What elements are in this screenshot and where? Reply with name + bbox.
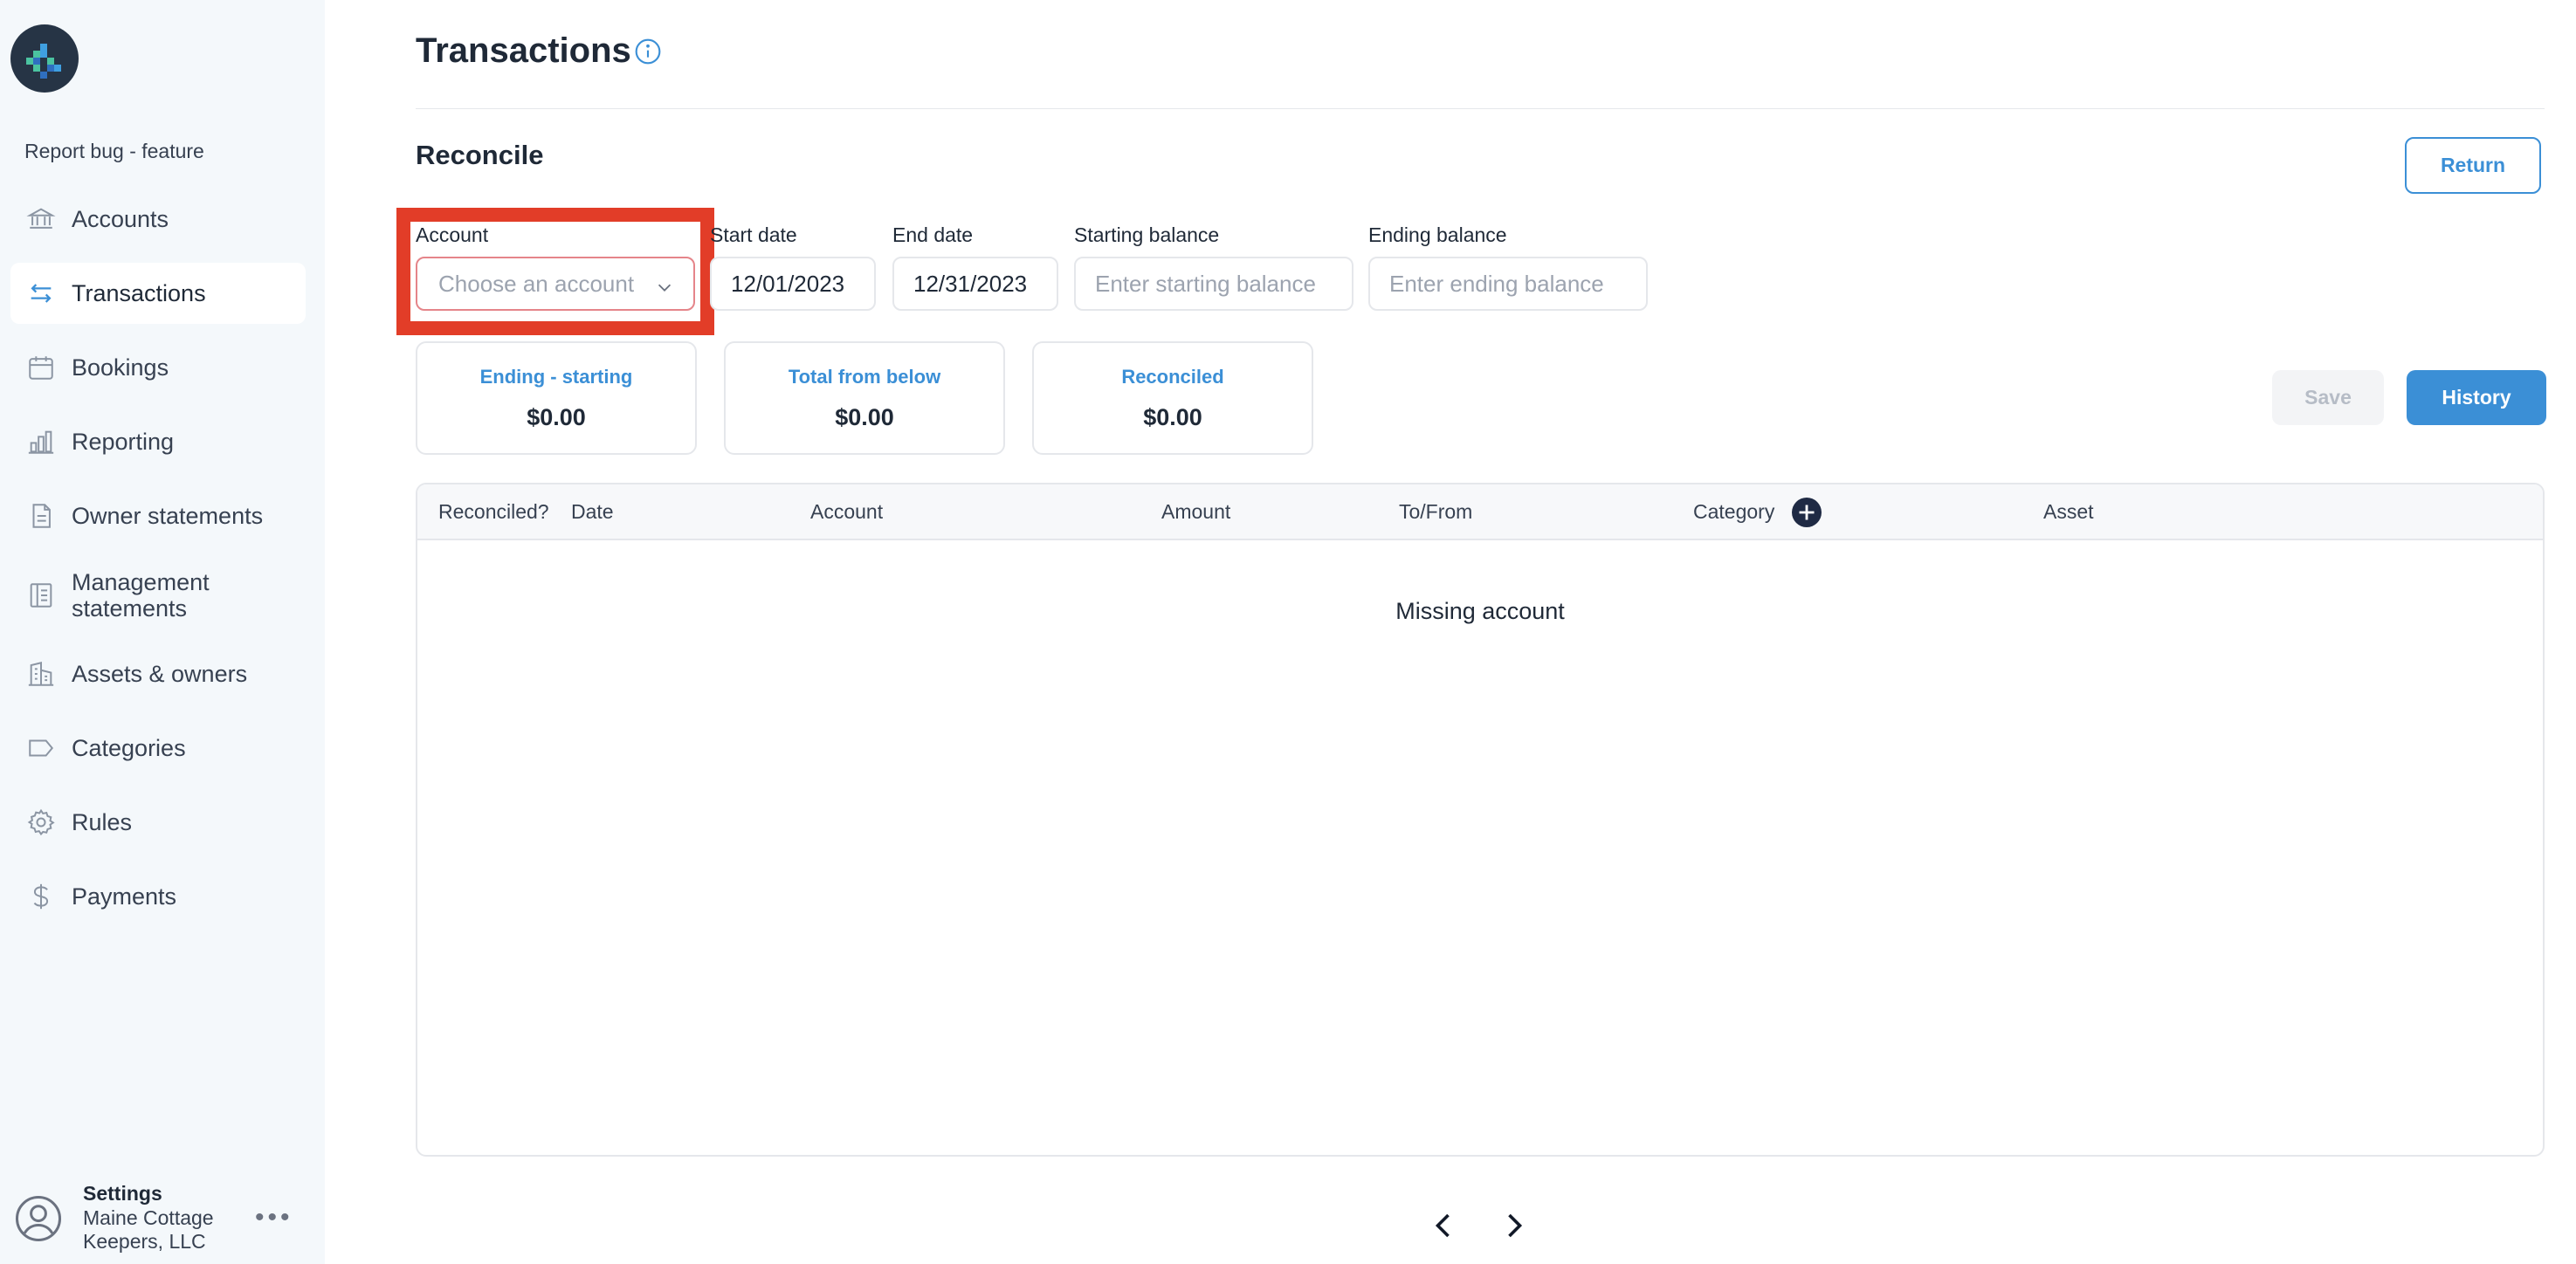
starting-balance-label: Starting balance: [1074, 223, 1220, 246]
app-window: Report bug - feature Accounts Transactio…: [0, 0, 2576, 1264]
summary-card-value: $0.00: [527, 404, 586, 430]
gear-icon: [26, 807, 56, 837]
chevron-left-icon[interactable]: [1429, 1210, 1460, 1241]
sidebar-item-owner-statements[interactable]: Owner statements: [10, 485, 306, 546]
sidebar-item-label: Transactions: [72, 279, 206, 306]
dollar-icon: [26, 882, 56, 911]
sidebar-item-rules[interactable]: Rules: [10, 792, 306, 853]
sidebar-item-label: Reporting: [72, 428, 175, 455]
sidebar-item-management-statements[interactable]: Management statements: [10, 560, 306, 631]
account-label: Account: [416, 223, 489, 246]
column-header-amount[interactable]: Amount: [1161, 500, 1230, 524]
table-header: Reconciled? Date Account Amount To/From …: [417, 484, 2543, 540]
end-date-input[interactable]: 12/31/2023: [892, 257, 1058, 311]
sidebar-item-reporting[interactable]: Reporting: [10, 411, 306, 472]
chevron-right-icon[interactable]: [1498, 1210, 1529, 1241]
summary-card-value: $0.00: [1143, 404, 1202, 430]
summary-card-ending-starting: Ending - starting $0.00: [416, 341, 697, 455]
sidebar-item-accounts[interactable]: Accounts: [10, 189, 306, 250]
column-header-category[interactable]: Category: [1693, 500, 1774, 524]
save-button[interactable]: Save: [2272, 370, 2384, 425]
account-select-placeholder: Choose an account: [438, 270, 635, 297]
sidebar-nav: Accounts Transactions Bookings Reporting: [10, 189, 306, 940]
chevron-down-icon: [655, 276, 674, 295]
column-header-reconciled[interactable]: Reconciled?: [438, 500, 549, 524]
column-header-asset[interactable]: Asset: [2043, 500, 2094, 524]
summary-card-label: Total from below: [788, 366, 941, 388]
start-date-input[interactable]: 12/01/2023: [710, 257, 876, 311]
column-header-account[interactable]: Account: [810, 500, 883, 524]
bank-icon: [26, 204, 56, 234]
summary-card-label: Ending - starting: [479, 366, 633, 388]
summary-card-label: Reconciled: [1121, 366, 1224, 388]
end-date-label: End date: [892, 223, 974, 246]
report-bug-link[interactable]: Report bug - feature: [24, 140, 204, 163]
sidebar-item-label: Payments: [72, 883, 177, 910]
sidebar: Report bug - feature Accounts Transactio…: [0, 0, 325, 1264]
calendar-icon: [26, 353, 56, 382]
document-icon: [26, 501, 56, 531]
user-avatar-icon: [14, 1194, 63, 1243]
sidebar-item-categories[interactable]: Categories: [10, 718, 306, 779]
summary-card-total-from-below: Total from below $0.00: [724, 341, 1005, 455]
sidebar-item-label: Management statements: [72, 569, 210, 622]
ending-balance-input[interactable]: Enter ending balance: [1368, 257, 1648, 311]
settings-account-menu[interactable]: Settings Maine Cottage Keepers, LLC •••: [14, 1178, 311, 1257]
organization-name: Maine Cottage Keepers, LLC: [83, 1206, 214, 1253]
arrows-exchange-icon: [26, 278, 56, 308]
start-date-label: Start date: [710, 223, 797, 246]
tag-icon: [26, 733, 56, 763]
add-category-icon[interactable]: [1792, 498, 1822, 527]
transactions-table: Reconciled? Date Account Amount To/From …: [416, 483, 2545, 1157]
more-options-icon[interactable]: •••: [255, 1203, 293, 1233]
settings-title: Settings: [83, 1182, 162, 1205]
sidebar-item-label: Owner statements: [72, 502, 264, 529]
sidebar-item-label: Categories: [72, 734, 186, 761]
starting-balance-input[interactable]: Enter starting balance: [1074, 257, 1353, 311]
summary-card-reconciled: Reconciled $0.00: [1032, 341, 1313, 455]
sidebar-item-assets-owners[interactable]: Assets & owners: [10, 643, 306, 704]
column-header-to-from[interactable]: To/From: [1399, 500, 1472, 524]
sidebar-item-label: Rules: [72, 808, 133, 835]
sidebar-item-payments[interactable]: Payments: [10, 866, 306, 927]
app-logo[interactable]: [10, 24, 79, 93]
statement-icon: [26, 580, 56, 610]
column-header-date[interactable]: Date: [571, 500, 614, 524]
page-title: Transactions: [416, 31, 631, 70]
ending-balance-label: Ending balance: [1368, 223, 1507, 246]
summary-card-value: $0.00: [835, 404, 894, 430]
building-icon: [26, 659, 56, 689]
empty-state-message: Missing account: [1395, 598, 1565, 624]
return-button[interactable]: Return: [2405, 137, 2541, 194]
section-title: Reconcile: [416, 140, 544, 170]
sidebar-item-label: Assets & owners: [72, 660, 248, 687]
info-icon[interactable]: [634, 38, 662, 65]
sidebar-item-transactions[interactable]: Transactions: [10, 263, 306, 324]
main-content: Transactions Reconcile Return Account Ch…: [325, 0, 2576, 1264]
sidebar-item-label: Bookings: [72, 354, 169, 381]
header-divider: [416, 108, 2545, 109]
sidebar-item-bookings[interactable]: Bookings: [10, 337, 306, 398]
history-button[interactable]: History: [2407, 370, 2546, 425]
bar-chart-icon: [26, 427, 56, 457]
sidebar-item-label: Accounts: [72, 205, 169, 232]
account-select[interactable]: Choose an account: [416, 257, 695, 311]
